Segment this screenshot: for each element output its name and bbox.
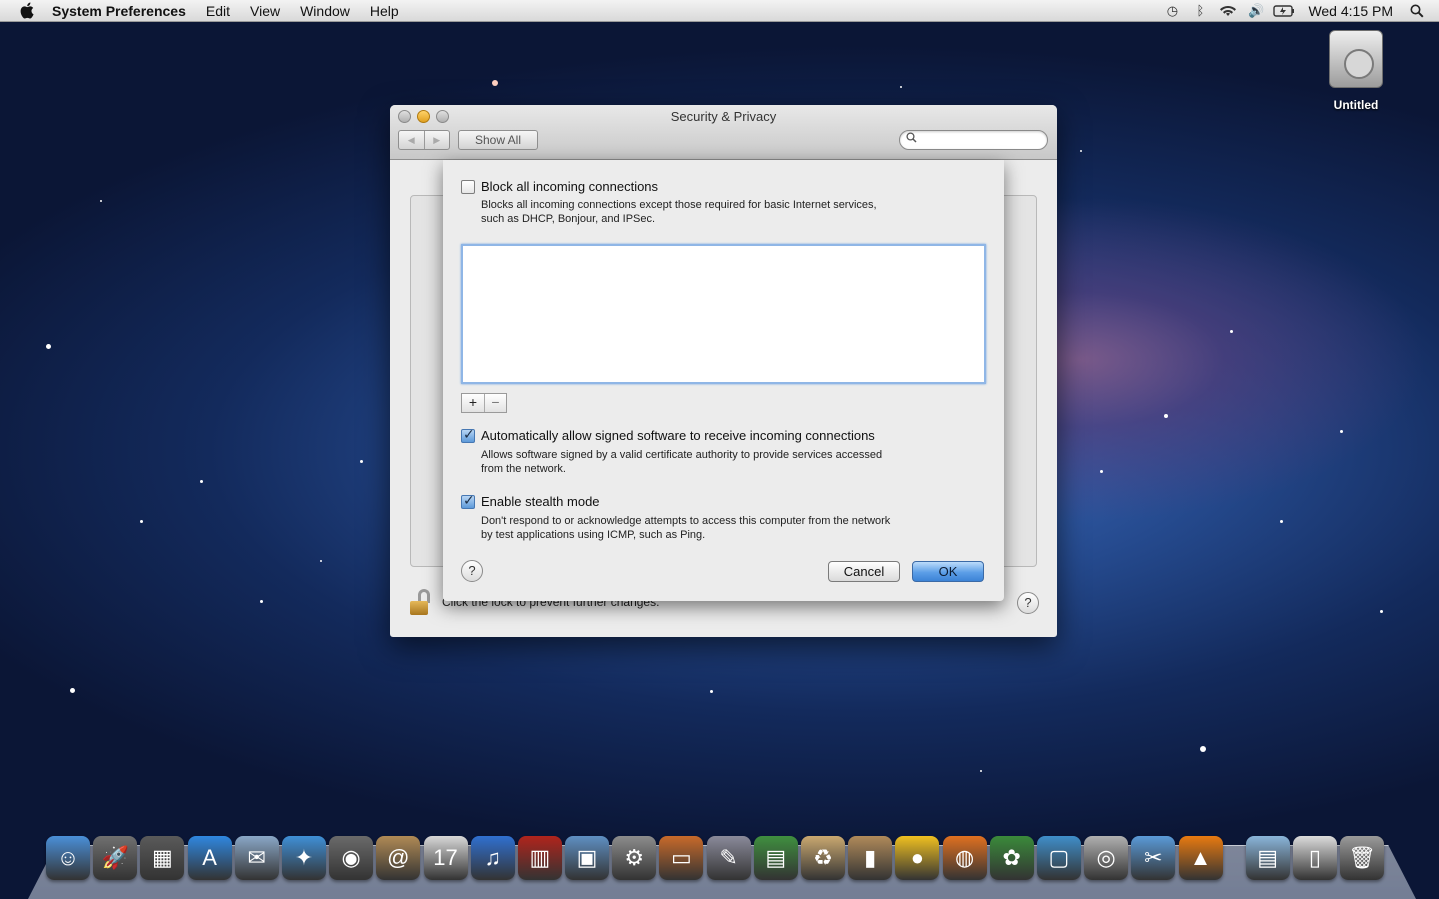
window-titlebar: Security & Privacy ◀ ▶ Show All — [390, 105, 1057, 160]
vlc-icon[interactable]: ▲ — [1178, 836, 1223, 880]
recycle-icon[interactable]: ♻ — [801, 836, 845, 880]
menu-bar: System Preferences Edit View Window Help… — [0, 0, 1439, 22]
cancel-button[interactable]: Cancel — [828, 561, 900, 582]
firewall-options-sheet: Block all incoming connections Blocks al… — [443, 160, 1004, 601]
disk-utility-icon[interactable]: ◎ — [1084, 836, 1129, 880]
block-all-row: Block all incoming connections — [461, 179, 658, 194]
block-all-desc-line2: such as DHCP, Bonjour, and IPSec. — [481, 213, 656, 225]
system-preferences-icon[interactable]: ⚙ — [612, 836, 657, 880]
safari-icon[interactable]: ✦ — [281, 836, 326, 880]
automator-icon[interactable]: ✂ — [1131, 836, 1176, 880]
sheet-help-button[interactable]: ? — [461, 560, 483, 582]
auto-allow-desc-line2: from the network. — [481, 463, 566, 475]
auto-allow-desc-line1: Allows software signed by a valid certif… — [481, 449, 883, 461]
downloads-folder-icon[interactable]: ▤ — [1245, 836, 1290, 880]
battery-icon[interactable] — [1270, 0, 1298, 22]
dock-separator — [1226, 836, 1246, 888]
mission-control-icon[interactable]: ▦ — [140, 836, 185, 880]
auto-allow-row: Automatically allow signed software to r… — [461, 426, 875, 443]
search-icon — [906, 132, 917, 146]
stealth-mode-label[interactable]: Enable stealth mode — [481, 494, 600, 509]
window-help-button[interactable]: ? — [1017, 592, 1039, 614]
app-store-icon[interactable]: A — [187, 836, 232, 880]
show-all-button[interactable]: Show All — [458, 130, 538, 150]
trash-icon[interactable]: 🗑 — [1340, 836, 1385, 880]
stealth-row: Enable stealth mode — [461, 492, 600, 509]
keynote-icon[interactable]: ▭ — [659, 836, 704, 880]
cyberduck-icon[interactable]: ● — [895, 836, 940, 880]
itunes-icon[interactable]: ♫ — [470, 836, 515, 880]
address-book-icon[interactable]: @ — [376, 836, 421, 880]
script-editor-icon[interactable]: ✎ — [706, 836, 751, 880]
adium-icon[interactable]: ✿ — [989, 836, 1034, 880]
preview-icon[interactable]: ✉ — [234, 836, 279, 880]
disk-label: Untitled — [1333, 98, 1379, 112]
menu-view[interactable]: View — [240, 0, 290, 22]
add-remove-buttons: + − — [461, 393, 507, 413]
stealth-desc-line1: Don't respond to or acknowledge attempts… — [481, 515, 891, 527]
search-input[interactable] — [899, 130, 1048, 150]
auto-allow-label[interactable]: Automatically allow signed software to r… — [481, 428, 875, 443]
archive-icon[interactable]: ▮ — [848, 836, 893, 880]
finder-icon[interactable]: ☺ — [46, 836, 90, 880]
bluetooth-icon[interactable]: ᛒ — [1186, 0, 1214, 22]
menu-help[interactable]: Help — [360, 0, 409, 22]
block-all-checkbox[interactable] — [461, 179, 475, 194]
back-arrow-icon[interactable]: ◀ — [399, 131, 424, 149]
time-machine-icon[interactable]: ◷ — [1158, 0, 1186, 22]
spotlight-search-icon[interactable] — [1403, 0, 1431, 22]
block-all-description: Blocks all incoming connections except t… — [481, 198, 951, 226]
documents-stack-icon[interactable]: ▯ — [1292, 836, 1337, 880]
stealth-desc-line2: by test applications using ICMP, such as… — [481, 529, 706, 541]
iphoto-icon[interactable]: ▣ — [565, 836, 610, 880]
launchpad-icon[interactable]: 🚀 — [93, 836, 138, 880]
auto-allow-description: Allows software signed by a valid certif… — [481, 448, 951, 476]
window-title: Security & Privacy — [670, 109, 777, 124]
dock-icons: ☺ 🚀 ▦ A ✉ ✦ ◉ @17 ♫ ▥ ▣ ⚙ ▭ ✎ ▤ ♻ ▮ ● ◍ ✿ ▢ ◎ ✂ ▲ ▤ ▯ 🗑 — [46, 836, 1406, 888]
hard-drive-icon[interactable] — [1329, 30, 1383, 88]
apple-menu-icon[interactable] — [16, 0, 38, 22]
unlocked-padlock-icon[interactable] — [410, 589, 432, 615]
auto-allow-checkbox[interactable] — [461, 426, 475, 443]
firefox-icon[interactable]: ◍ — [942, 836, 987, 880]
ical-icon[interactable]: 17 — [423, 836, 468, 880]
menu-clock[interactable]: Wed 4:15 PM — [1298, 0, 1403, 22]
stealth-description: Don't respond to or acknowledge attempts… — [481, 514, 951, 542]
wifi-icon[interactable] — [1214, 0, 1242, 22]
back-forward-buttons: ◀ ▶ — [398, 130, 450, 150]
block-all-desc-line1: Blocks all incoming connections except t… — [481, 199, 877, 211]
desktop-disk[interactable]: Untitled — [1316, 30, 1396, 112]
volume-icon[interactable]: 🔊 — [1242, 0, 1270, 22]
facetime-icon[interactable]: ◉ — [329, 836, 374, 880]
photo-booth-icon[interactable]: ▥ — [517, 836, 562, 880]
numbers-icon[interactable]: ▤ — [753, 836, 798, 880]
stealth-mode-checkbox[interactable] — [461, 492, 475, 509]
ok-button[interactable]: OK — [912, 561, 984, 582]
block-all-label[interactable]: Block all incoming connections — [481, 179, 658, 194]
remote-desktop-icon[interactable]: ▢ — [1036, 836, 1081, 880]
menu-edit[interactable]: Edit — [196, 0, 240, 22]
application-list[interactable] — [461, 244, 986, 384]
menu-window[interactable]: Window — [290, 0, 360, 22]
add-app-button[interactable]: + — [462, 394, 484, 412]
forward-arrow-icon[interactable]: ▶ — [423, 131, 450, 149]
remove-app-button[interactable]: − — [484, 394, 506, 412]
menu-app-name[interactable]: System Preferences — [38, 0, 196, 22]
